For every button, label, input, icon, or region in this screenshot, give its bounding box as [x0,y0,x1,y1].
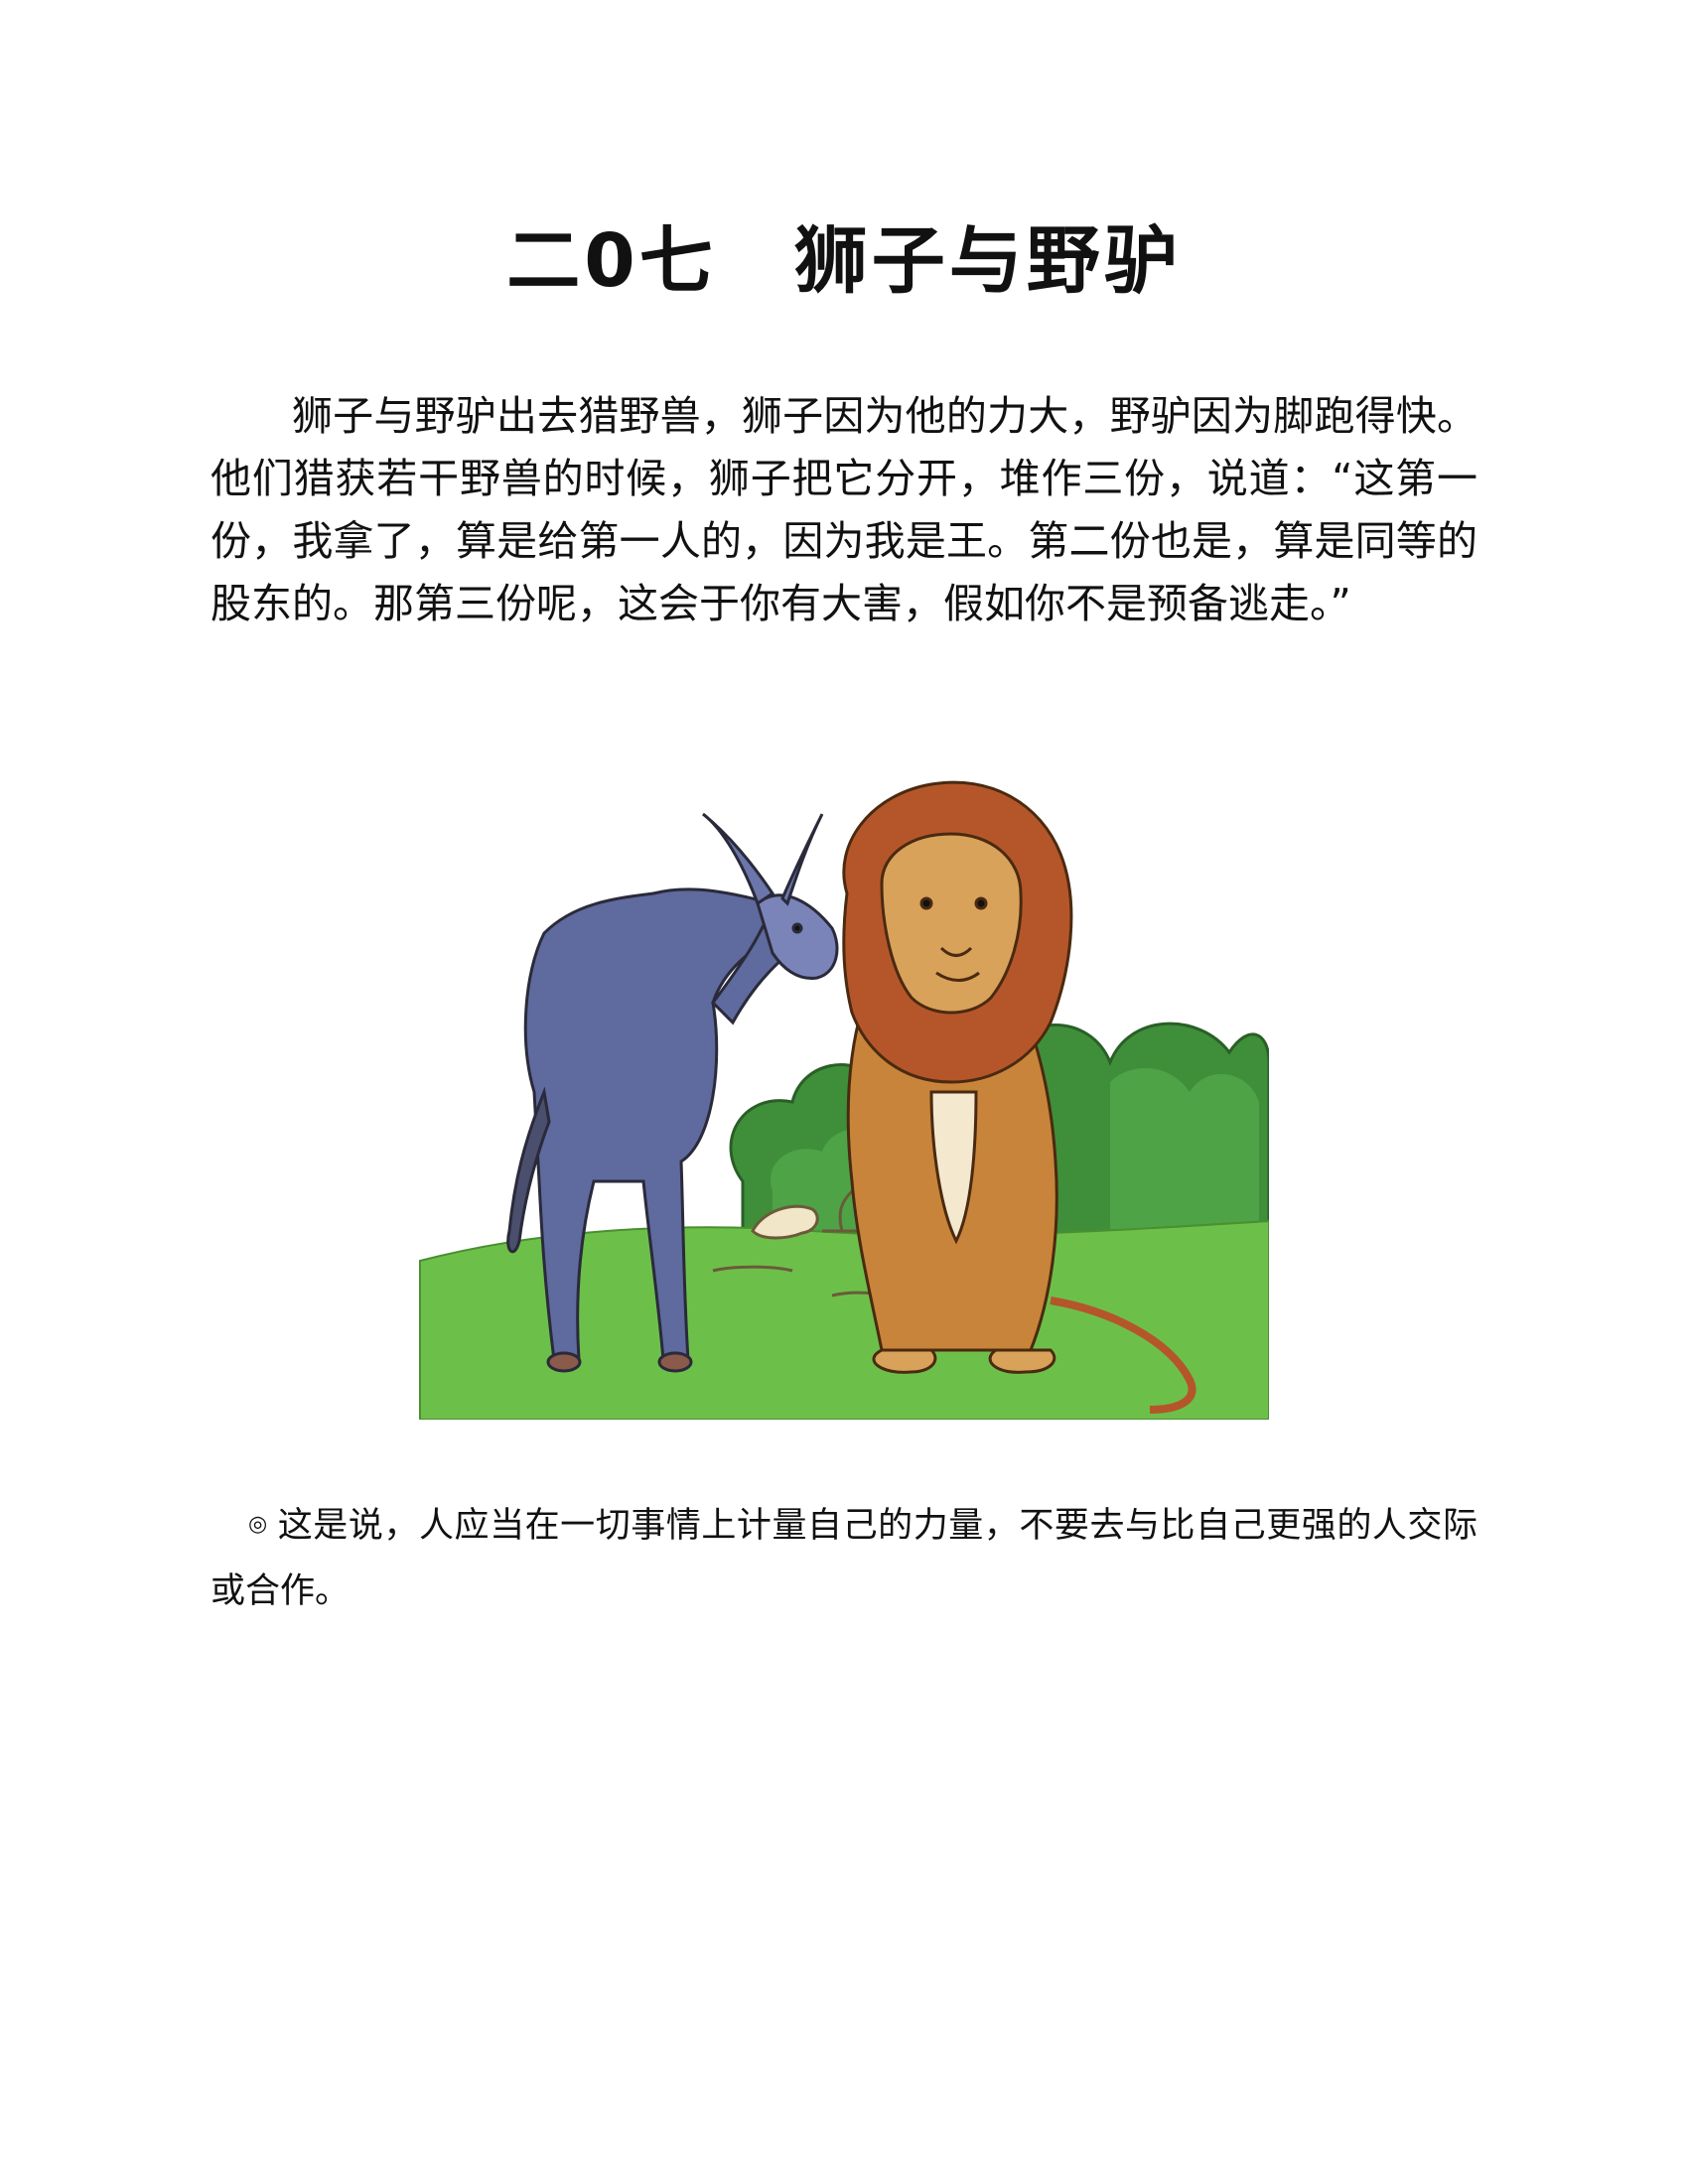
story-paragraph: 狮子与野驴出去猎野兽，狮子因为他的力大，野驴因为脚跑得快。他们猎获若干野兽的时候… [211,392,1477,627]
donkey-lion-illustration [419,780,1269,1420]
moral-note: ◎ 这是说，人应当在一切事情上计量自己的力量，不要去与比自己更强的人交际或合作。 [211,1492,1477,1624]
page-title: 二0七 狮子与野驴 [506,218,1182,304]
moral-mark: ◎ [248,1512,268,1537]
moral-text: 这是说，人应当在一切事情上计量自己的力量，不要去与比自己更强的人交际或合作。 [211,1506,1477,1611]
